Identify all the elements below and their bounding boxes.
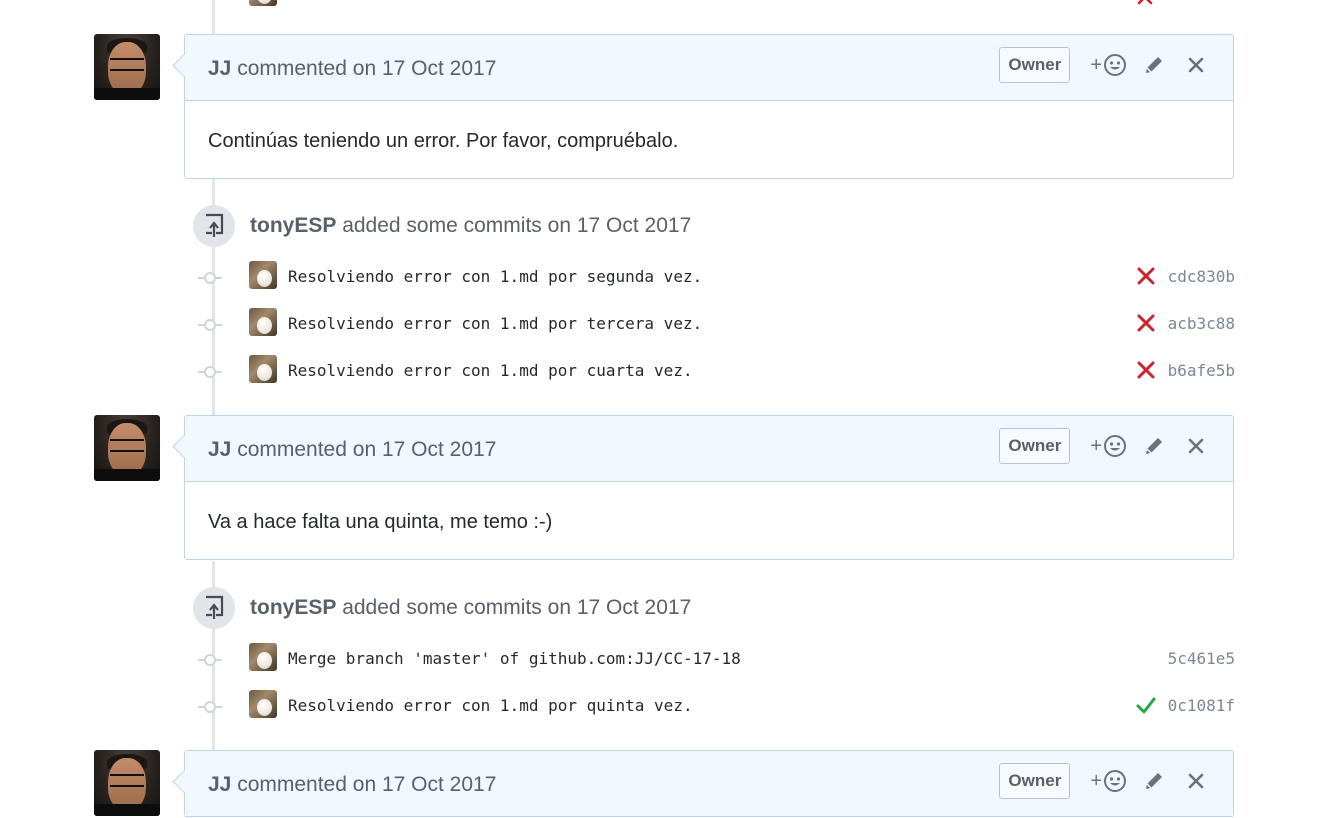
commit-sha-link[interactable]: 0c1081f (1168, 696, 1235, 715)
commit-author-avatar[interactable] (249, 643, 277, 671)
comment-title: JJ commented on 17 Oct 2017 (208, 773, 496, 797)
owner-badge: Owner (999, 763, 1071, 799)
commit-sha-link[interactable]: b6afe5b (1168, 361, 1235, 380)
commit-row: Resolviendo error con 1.md por tercera v… (190, 308, 1235, 338)
push-author-link[interactable]: tonyESP (250, 214, 336, 237)
push-title: tonyESP added some commits on 17 Oct 201… (250, 214, 691, 238)
smiley-icon (1104, 770, 1126, 792)
close-icon (1188, 57, 1204, 73)
commit-dot (198, 319, 222, 331)
push-badge (193, 587, 235, 629)
comment-action: commented (237, 773, 347, 796)
push-author-link[interactable]: tonyESP (250, 596, 336, 619)
commit-message-link[interactable]: Resolviendo error con 1.md por cuarta ve… (288, 361, 693, 380)
pencil-icon (1146, 57, 1162, 73)
edit-comment-button[interactable] (1143, 435, 1165, 457)
smiley-icon (1104, 54, 1126, 76)
push-event: tonyESP added some commits on 17 Oct 201… (190, 587, 1235, 737)
x-icon[interactable] (1136, 313, 1156, 333)
comment-author-link[interactable]: JJ (208, 438, 231, 461)
commit-dot (198, 272, 222, 284)
comment-title: JJ commented on 17 Oct 2017 (208, 438, 496, 462)
comment-date-link[interactable]: on 17 Oct 2017 (353, 438, 497, 461)
commit-row: Resolviendo error con 1.md por segunda v… (190, 261, 1235, 291)
commit-author-avatar[interactable] (249, 0, 277, 6)
check-icon[interactable] (1136, 695, 1156, 715)
delete-comment-button[interactable] (1187, 437, 1205, 455)
pencil-icon (1146, 773, 1162, 789)
comment-body: Continúas teniendo un error. Por favor, … (208, 130, 679, 152)
close-icon (1188, 773, 1204, 789)
commit-sha-link[interactable]: 5c461e5 (1168, 649, 1235, 668)
commit-author-avatar[interactable] (249, 261, 277, 289)
repo-push-icon (206, 213, 224, 237)
comment: JJ commented on 17 Oct 2017 Owner + (184, 750, 1234, 817)
push-date: on 17 Oct 2017 (547, 214, 692, 237)
commit-row: Resolviendo error con 1.md por cuarta ve… (190, 355, 1235, 385)
push-event: tonyESP added some commits on 17 Oct 201… (190, 205, 1235, 395)
timeline-line (212, 0, 215, 34)
commit-dot (198, 701, 222, 713)
owner-badge: Owner (999, 428, 1071, 464)
delete-comment-button[interactable] (1187, 56, 1205, 74)
x-icon (1137, 0, 1153, 5)
avatar[interactable] (94, 34, 160, 100)
commit-author-avatar[interactable] (249, 690, 277, 718)
commit-row: Resolviendo error con 1.md por quinta ve… (190, 690, 1235, 720)
commit-author-avatar[interactable] (249, 308, 277, 336)
comment: JJ commented on 17 Oct 2017 Owner + Va a… (184, 415, 1234, 560)
commit-row: Merge branch 'master' of github.com:JJ/C… (190, 643, 1235, 673)
comment-date-link[interactable]: on 17 Oct 2017 (353, 57, 497, 80)
add-reaction-button[interactable]: + (1090, 769, 1127, 793)
repo-push-icon (206, 595, 224, 619)
edit-comment-button[interactable] (1143, 54, 1165, 76)
commit-sha-link[interactable]: cdc830b (1168, 267, 1235, 286)
comment-action: commented (237, 57, 347, 80)
push-action: added some commits (342, 596, 542, 619)
push-date: on 17 Oct 2017 (547, 596, 692, 619)
push-title: tonyESP added some commits on 17 Oct 201… (250, 596, 691, 620)
pencil-icon (1146, 438, 1162, 454)
smiley-icon (1104, 435, 1126, 457)
push-action: added some commits (342, 214, 542, 237)
commit-message-link[interactable]: Merge branch 'master' of github.com:JJ/C… (288, 649, 741, 668)
owner-badge: Owner (999, 47, 1071, 83)
comment-title: JJ commented on 17 Oct 2017 (208, 57, 496, 81)
push-badge (193, 205, 235, 247)
avatar[interactable] (94, 415, 160, 481)
comment-date-link[interactable]: on 17 Oct 2017 (353, 773, 497, 796)
commit-sha-link[interactable]: acb3c88 (1168, 314, 1235, 333)
comment-header: JJ commented on 17 Oct 2017 Owner + (185, 416, 1233, 482)
comment-body: Va a hace falta una quinta, me temo :-) (208, 511, 553, 533)
comment-header: JJ commented on 17 Oct 2017 Owner + (185, 751, 1233, 817)
comment-action: commented (237, 438, 347, 461)
x-icon[interactable] (1136, 266, 1156, 286)
comment-author-link[interactable]: JJ (208, 57, 231, 80)
commit-dot (198, 366, 222, 378)
comment: JJ commented on 17 Oct 2017 Owner + Cont… (184, 34, 1234, 179)
comment-header: JJ commented on 17 Oct 2017 Owner + (185, 35, 1233, 101)
add-reaction-button[interactable]: + (1090, 434, 1127, 458)
close-icon (1188, 438, 1204, 454)
edit-comment-button[interactable] (1143, 770, 1165, 792)
commit-message-link[interactable]: Resolviendo error con 1.md por quinta ve… (288, 696, 693, 715)
x-icon[interactable] (1136, 360, 1156, 380)
avatar[interactable] (94, 750, 160, 816)
commit-author-avatar[interactable] (249, 355, 277, 383)
add-reaction-button[interactable]: + (1090, 53, 1127, 77)
commit-message-link[interactable]: Resolviendo error con 1.md por segunda v… (288, 267, 702, 286)
comment-author-link[interactable]: JJ (208, 773, 231, 796)
commit-dot (198, 654, 222, 666)
delete-comment-button[interactable] (1187, 772, 1205, 790)
commit-message-link[interactable]: Resolviendo error con 1.md por tercera v… (288, 314, 702, 333)
